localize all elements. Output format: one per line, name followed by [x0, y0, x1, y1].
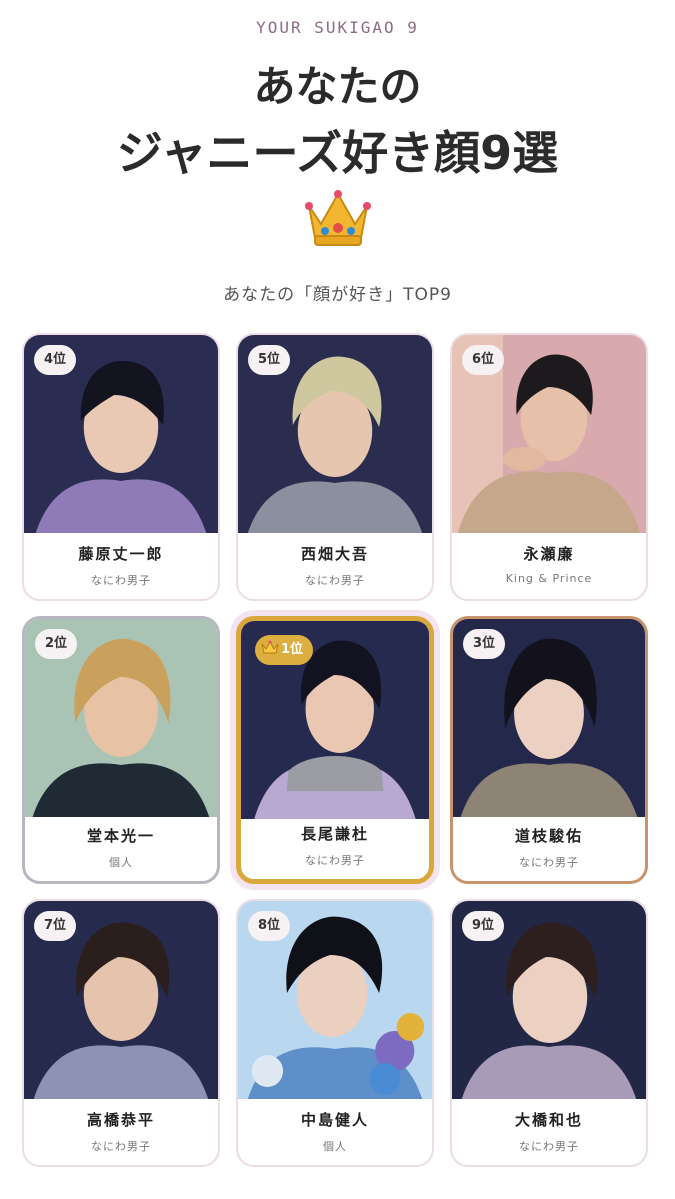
- member-group: 個人: [323, 1140, 347, 1153]
- member-name: 長尾謙杜: [300, 825, 369, 843]
- member-name: 西畑大吾: [300, 545, 369, 563]
- ranking-card[interactable]: 4位 藤原丈一郎 なにわ男子: [22, 333, 220, 601]
- rank-badge: 9位: [462, 911, 505, 941]
- member-group: なにわ男子: [305, 854, 365, 867]
- rank-badge: 6位: [462, 345, 505, 375]
- subtitle: あなたの「顔が好き」TOP9: [223, 285, 452, 305]
- member-name: 永瀬廉: [523, 545, 575, 563]
- rank-badge: 5位: [248, 345, 291, 375]
- rank-badge: 7位: [34, 911, 77, 941]
- member-name: 大橋和也: [514, 1111, 583, 1129]
- rank-badge: 8位: [248, 911, 291, 941]
- crown-icon: [261, 638, 279, 668]
- ranking-card[interactable]: 3位 道枝駿佑 なにわ男子: [450, 616, 648, 884]
- rank-badge: 3位: [463, 629, 506, 659]
- ranking-card[interactable]: 7位 高橋恭平 なにわ男子: [22, 899, 220, 1167]
- ranking-card[interactable]: 9位 大橋和也 なにわ男子: [450, 899, 648, 1167]
- ranking-card[interactable]: 6位 永瀬廉 King & Prince: [450, 333, 648, 601]
- member-name: 高橋恭平: [86, 1111, 155, 1129]
- page-title: あなたの ジャニーズ好き顔9選: [0, 62, 675, 182]
- rank-badge: 4位: [34, 345, 77, 375]
- ranking-card[interactable]: 1位 長尾謙杜 なにわ男子: [236, 616, 434, 884]
- member-group: なにわ男子: [519, 856, 579, 869]
- member-name: 中島健人: [300, 1111, 369, 1129]
- eyebrow-label: YOUR SUKIGAO 9: [256, 18, 419, 37]
- ranking-card[interactable]: 5位 西畑大吾 なにわ男子: [236, 333, 434, 601]
- member-group: 個人: [109, 856, 133, 869]
- member-group: King & Prince: [505, 572, 593, 585]
- rank-badge: 2位: [35, 629, 78, 659]
- ranking-card[interactable]: 2位 堂本光一 個人: [22, 616, 220, 884]
- member-name: 堂本光一: [86, 827, 155, 845]
- title-line-1: あなたの: [253, 62, 422, 111]
- rank-badge: 1位: [255, 635, 314, 668]
- member-group: なにわ男子: [519, 1140, 579, 1153]
- member-group: なにわ男子: [91, 574, 151, 587]
- member-group: なにわ男子: [91, 1140, 151, 1153]
- title-line-2: ジャニーズ好き顔9選: [116, 126, 559, 181]
- crown-icon: [0, 186, 675, 252]
- rank-badge-label: 1位: [281, 642, 304, 657]
- member-group: なにわ男子: [305, 574, 365, 587]
- ranking-grid: 4位 藤原丈一郎 なにわ男子 5位 西畑大吾 なにわ男子 6位 永瀬廉 King…: [22, 333, 652, 1173]
- member-name: 道枝駿佑: [514, 827, 583, 845]
- ranking-card[interactable]: 8位 中島健人 個人: [236, 899, 434, 1167]
- member-name: 藤原丈一郎: [78, 545, 164, 563]
